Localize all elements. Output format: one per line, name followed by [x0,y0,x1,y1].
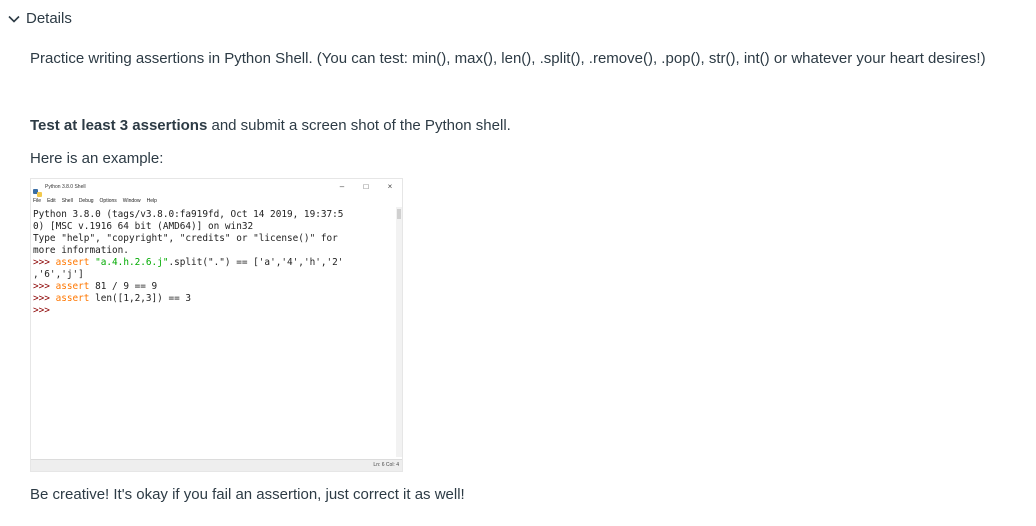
details-toggle[interactable]: Details [8,10,72,27]
banner-line: more information. [33,245,129,256]
code-text: 81 / 9 == 9 [89,281,158,292]
task-rest: and submit a screen shot of the Python s… [207,117,511,134]
prompt: >>> [33,305,56,316]
shell-menubar: File Edit Shell Debug Options Window Hel… [31,197,402,206]
close-button: × [387,182,393,191]
assert-keyword: assert [55,293,90,304]
assert-line-2: >>> assert 81 / 9 == 9 [33,281,343,293]
assert-keyword: assert [55,257,90,268]
assert-line-3: >>> assert len([1,2,3]) == 3 [33,293,343,305]
code-text: len([1,2,3]) == 3 [89,293,192,304]
closing-text: Be creative! It's okay if you fail an as… [30,486,465,503]
banner-line: Python 3.8.0 (tags/v3.8.0:fa919fd, Oct 1… [33,209,344,220]
menu-file: File [33,198,42,204]
prompt: >>> [33,257,56,268]
string-literal: "a.4.h.2.6.j" [95,257,169,268]
maximize-button: □ [363,182,369,191]
shell-statusbar: Ln: 6 Col: 4 [31,459,402,471]
python-shell-screenshot: Python 3.8.0 Shell – □ × File Edit Shell… [30,178,403,472]
shell-output: Python 3.8.0 (tags/v3.8.0:fa919fd, Oct 1… [33,209,343,317]
menu-help: Help [146,198,157,204]
details-title: Details [26,10,72,27]
banner-line: Type "help", "copyright", "credits" or "… [33,233,338,244]
code-text: .split(".") == ['a','4','h','2' [168,257,344,268]
menu-edit: Edit [47,198,56,204]
menu-shell: Shell [61,198,73,204]
cursor-position: Ln: 6 Col: 4 [373,462,399,468]
minimize-button: – [339,182,345,191]
assert-line-1: >>> assert "a.4.h.2.6.j".split(".") == [… [33,257,343,269]
shell-window-title: Python 3.8.0 Shell [45,184,86,190]
example-label: Here is an example: [30,150,164,167]
menu-window: Window [122,198,141,204]
banner-line: 0) [MSC v.1916 64 bit (AMD64)] on win32 [33,221,254,232]
shell-scrollbar [396,207,402,457]
prompt: >>> [33,293,56,304]
assert-keyword: assert [55,281,90,292]
prompt: >>> [33,281,56,292]
menu-options: Options [99,198,117,204]
chevron-down-icon [8,15,20,23]
assert-line-1-cont: ,'6','j'] [33,269,84,280]
task-text: Test at least 3 assertions and submit a … [30,117,511,134]
shell-titlebar: Python 3.8.0 Shell – □ × [31,179,402,197]
task-bold: Test at least 3 assertions [30,117,208,134]
intro-text: Practice writing assertions in Python Sh… [30,50,986,67]
shell-scroll-thumb [397,209,401,219]
menu-debug: Debug [78,198,94,204]
